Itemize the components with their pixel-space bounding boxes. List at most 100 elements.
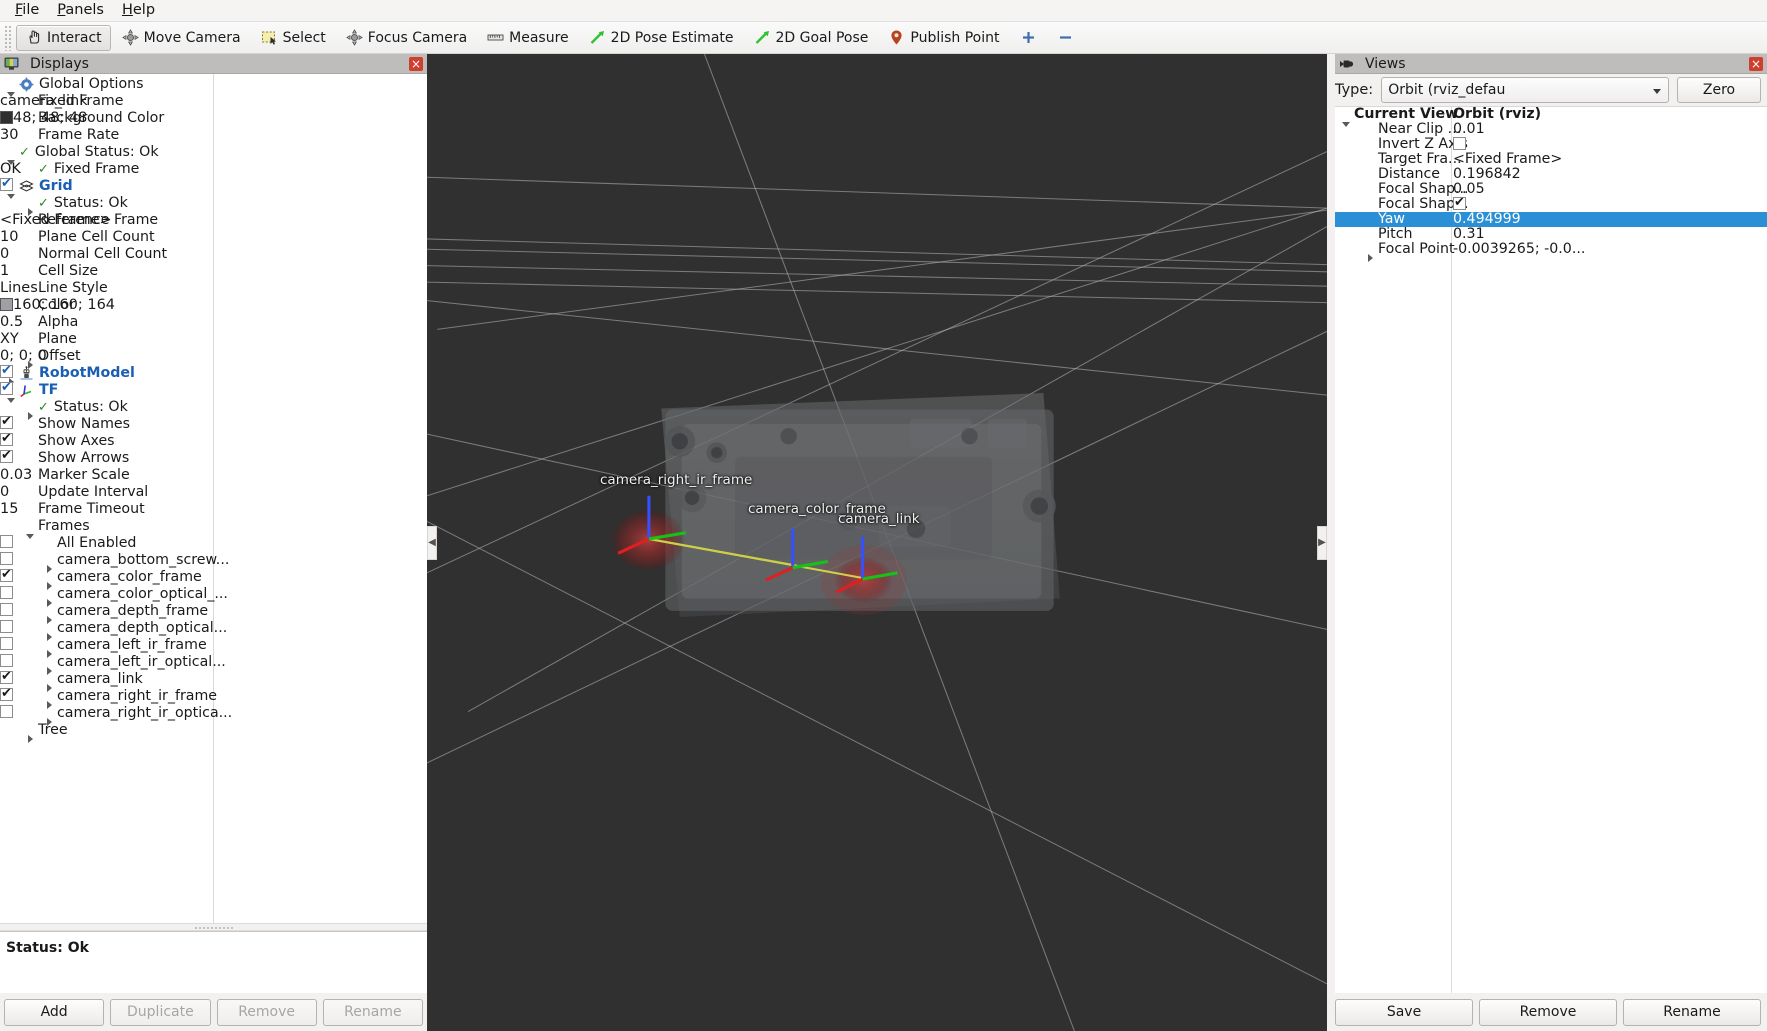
views-tree-row[interactable]: Focal Shap... <box>1335 195 1767 212</box>
display-tree-row[interactable]: Color 160; 160; 164 <box>0 297 427 314</box>
display-tree-row[interactable]: Show Names <box>0 414 427 433</box>
display-tree-row[interactable]: camera_color_frame <box>0 567 427 590</box>
views-row-value[interactable]: <Fixed Frame> <box>1453 152 1562 167</box>
display-tree-row[interactable]: camera_right_ir_optica... <box>0 705 427 726</box>
display-tree-row[interactable]: camera_left_ir_optical... <box>0 654 427 675</box>
render-viewport[interactable]: camera_right_ir_frame camera_color_frame c… <box>427 54 1327 1031</box>
display-tree-row[interactable]: Global Options <box>0 76 427 97</box>
views-rename-button[interactable]: Rename <box>1623 998 1761 1026</box>
display-tree-row[interactable]: Plane Cell Count 10 <box>0 229 427 246</box>
display-tree-row[interactable]: Update Interval 0 <box>0 484 427 501</box>
display-tree-row[interactable]: ✓ Global Status: Ok <box>0 144 427 165</box>
display-tree-row[interactable]: TF <box>0 380 427 403</box>
menu-item-help[interactable]: Help <box>113 0 164 21</box>
display-tree-row[interactable]: camera_link <box>0 669 427 692</box>
display-tree-row[interactable]: camera_depth_optical... <box>0 620 427 641</box>
row-checkbox[interactable] <box>0 176 13 191</box>
display-tree-row[interactable]: Normal Cell Count 0 <box>0 246 427 263</box>
color-swatch[interactable] <box>0 298 13 311</box>
views-tree-row[interactable]: Distance 0.196842 <box>1335 167 1767 182</box>
display-tree-row[interactable]: Reference Frame <Fixed Frame> <box>0 212 427 229</box>
toolbar-button-2d-pose-estimate[interactable]: 2D Pose Estimate <box>580 25 743 51</box>
views-row-value[interactable]: 0.196842 <box>1453 167 1521 182</box>
toolbar-button-focus-camera[interactable]: Focus Camera <box>337 25 476 51</box>
view-type-combo[interactable]: Orbit (rviz_defau <box>1381 77 1669 103</box>
add-button[interactable]: Add <box>4 998 105 1026</box>
zero-button[interactable]: Zero <box>1677 77 1761 103</box>
display-tree-row[interactable]: Background Color 48; 48; 48 <box>0 110 427 127</box>
row-checkbox[interactable] <box>0 567 13 582</box>
display-tree-row[interactable]: ✓ Fixed Frame OK <box>0 161 427 178</box>
displays-tree[interactable]: Global Options Fixed Frame camera_link Back… <box>0 74 427 923</box>
display-tree-row[interactable]: All Enabled <box>0 535 427 552</box>
display-tree-row[interactable]: Grid <box>0 176 427 199</box>
display-tree-row[interactable]: camera_color_optical_... <box>0 586 427 607</box>
toolbar-button-2d-goal-pose[interactable]: 2D Goal Pose <box>745 25 878 51</box>
views-tree-row[interactable]: Invert Z Axis <box>1335 137 1767 152</box>
toolbar-button-minus[interactable] <box>1048 25 1083 51</box>
views-tree-row[interactable]: Focal Shap... 0.05 <box>1335 182 1767 197</box>
views-tree[interactable]: Current View Orbit (rviz) Near Clip ... 0.0… <box>1335 106 1767 993</box>
display-tree-row[interactable]: Frames <box>0 518 427 539</box>
toolbar-button-publish-point[interactable]: Publish Point <box>879 25 1008 51</box>
display-tree-row[interactable]: Tree <box>0 722 427 743</box>
views-row-value[interactable] <box>1453 137 1466 150</box>
display-row-value[interactable] <box>0 380 427 399</box>
display-tree-row[interactable]: camera_left_ir_frame <box>0 637 427 658</box>
display-tree-row[interactable]: Show Arrows <box>0 448 427 467</box>
views-row-value[interactable]: -0.0039265; -0.0... <box>1453 242 1585 257</box>
views-tree-row[interactable]: Yaw 0.494999 <box>1335 212 1767 227</box>
row-checkbox[interactable] <box>0 552 13 565</box>
row-checkbox[interactable] <box>0 448 13 463</box>
display-tree-row[interactable]: Show Axes <box>0 431 427 450</box>
views-save-button[interactable]: Save <box>1335 998 1473 1026</box>
views-tree-row[interactable]: Pitch 0.31 <box>1335 227 1767 242</box>
row-checkbox[interactable] <box>0 686 13 701</box>
views-remove-button[interactable]: Remove <box>1479 998 1617 1026</box>
toolbar-button-measure[interactable]: Measure <box>478 25 578 51</box>
views-row-value[interactable]: Orbit (rviz) <box>1453 107 1541 122</box>
views-row-value[interactable]: 0.01 <box>1453 122 1485 137</box>
row-checkbox[interactable] <box>0 380 13 395</box>
row-checkbox[interactable] <box>1453 137 1466 150</box>
display-tree-row[interactable]: Frame Timeout 15 <box>0 501 427 518</box>
row-checkbox[interactable] <box>0 637 13 650</box>
display-tree-row[interactable]: Cell Size 1 <box>0 263 427 280</box>
right-collapse-handle[interactable]: ▶ <box>1317 525 1327 560</box>
row-checkbox[interactable] <box>1453 195 1466 210</box>
toolbar-button-interact[interactable]: Interact <box>16 24 111 51</box>
row-checkbox[interactable] <box>0 414 13 429</box>
display-tree-row[interactable]: camera_depth_frame <box>0 603 427 624</box>
displays-splitter[interactable] <box>0 923 427 931</box>
row-checkbox[interactable] <box>0 535 13 548</box>
toolbar-drag-handle[interactable] <box>4 24 12 51</box>
display-tree-row[interactable]: Fixed Frame camera_link <box>0 93 427 110</box>
display-tree-row[interactable]: ✓ Status: Ok <box>0 195 427 216</box>
display-tree-row[interactable]: Marker Scale 0.03 <box>0 467 427 484</box>
views-tree-row[interactable]: Focal Point -0.0039265; -0.0... <box>1335 242 1767 262</box>
color-swatch[interactable] <box>0 111 13 124</box>
row-checkbox[interactable] <box>0 705 13 718</box>
row-checkbox[interactable] <box>0 586 13 599</box>
display-tree-row[interactable]: Frame Rate 30 <box>0 127 427 144</box>
menu-item-file[interactable]: File <box>6 0 48 21</box>
menu-item-panels[interactable]: Panels <box>48 0 113 21</box>
toolbar-button-select[interactable]: Select <box>252 25 335 51</box>
display-tree-row[interactable]: Offset 0; 0; 0 <box>0 348 427 369</box>
row-checkbox[interactable] <box>0 669 13 684</box>
display-tree-row[interactable]: camera_bottom_screw... <box>0 552 427 573</box>
display-tree-row[interactable]: RobotModel <box>0 363 427 386</box>
display-tree-row[interactable]: camera_right_ir_frame <box>0 686 427 709</box>
close-icon[interactable] <box>1749 57 1763 71</box>
display-tree-row[interactable]: ✓ Status: Ok <box>0 399 427 420</box>
views-tree-row[interactable]: Current View Orbit (rviz) <box>1335 107 1767 127</box>
display-tree-row[interactable]: Plane XY <box>0 331 427 348</box>
row-checkbox[interactable] <box>0 654 13 667</box>
close-icon[interactable] <box>409 57 423 71</box>
views-row-value[interactable]: 0.31 <box>1453 227 1485 242</box>
toolbar-button-plus[interactable] <box>1011 25 1046 51</box>
toolbar-button-move-camera[interactable]: Move Camera <box>113 25 250 51</box>
views-tree-row[interactable]: Near Clip ... 0.01 <box>1335 122 1767 137</box>
row-checkbox[interactable] <box>0 431 13 446</box>
left-collapse-handle[interactable]: ◀ <box>427 525 437 560</box>
